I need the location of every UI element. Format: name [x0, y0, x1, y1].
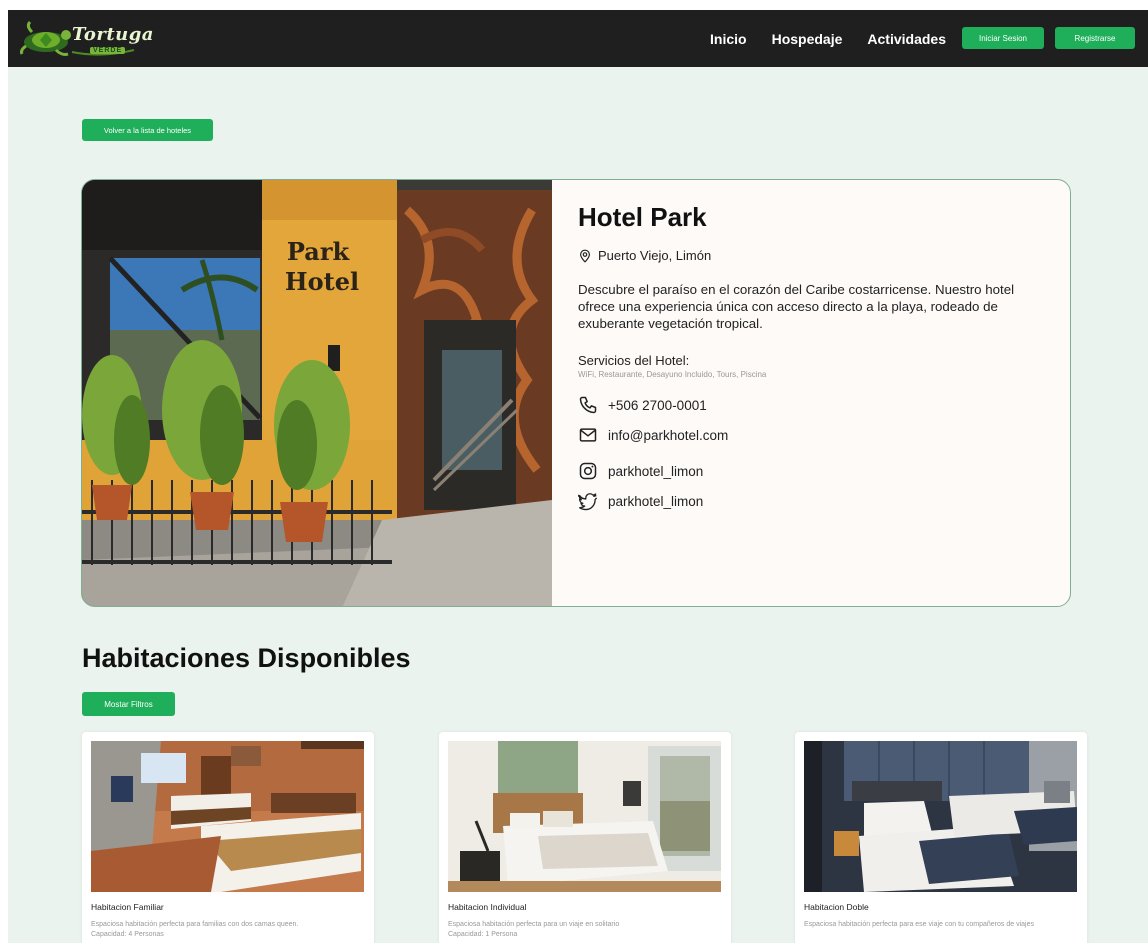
- logo-text: Tortuga: [72, 24, 154, 45]
- hotel-description: Descubre el paraíso en el corazón del Ca…: [578, 282, 1015, 331]
- twitter-text: parkhotel_limon: [608, 493, 704, 509]
- hotel-photo: Park Hotel: [82, 180, 552, 606]
- room-card-familiar[interactable]: Habitacion Familiar Espaciosa habitación…: [82, 732, 374, 943]
- mail-icon: [579, 428, 597, 442]
- show-filters-button[interactable]: Mostar Filtros: [82, 692, 175, 716]
- room-description: Espaciosa habitación perfecta para un vi…: [448, 920, 728, 940]
- back-to-hotels-button[interactable]: Volver a la lista de hoteles: [82, 119, 213, 141]
- hotel-sign-line1: Park: [287, 237, 351, 266]
- hotel-sign-line2: Hotel: [285, 267, 359, 296]
- page: Tortuga VERDE Inicio Hospedaje Actividad…: [8, 10, 1148, 943]
- room-capacity: Capacidad: 1 Persona: [448, 931, 518, 938]
- room-photo-doble: [804, 741, 1077, 892]
- services-label: Servicios del Hotel:: [578, 353, 690, 368]
- nav-links: Inicio Hospedaje Actividades: [710, 10, 946, 67]
- room-card-individual[interactable]: Habitacion Individual Espaciosa habitaci…: [439, 732, 731, 943]
- logo[interactable]: Tortuga VERDE: [16, 16, 153, 60]
- twitter-icon: [578, 493, 598, 511]
- contact-instagram[interactable]: parkhotel_limon: [578, 461, 703, 481]
- phone-icon: [579, 396, 597, 414]
- rooms-section-title: Habitaciones Disponibles: [82, 643, 411, 673]
- navbar: Tortuga VERDE Inicio Hospedaje Actividad…: [8, 10, 1148, 67]
- login-button[interactable]: Iniciar Sesion: [962, 27, 1044, 49]
- room-description: Espaciosa habitación perfecta para famil…: [91, 920, 371, 940]
- logo-subtext: VERDE: [90, 47, 126, 54]
- room-name: Habitacion Individual: [448, 902, 527, 912]
- room-description: Espaciosa habitación perfecta para ese v…: [804, 920, 1084, 930]
- room-description-text: Espaciosa habitación perfecta para un vi…: [448, 921, 620, 928]
- room-description-text: Espaciosa habitación perfecta para famil…: [91, 921, 299, 928]
- nav-link-inicio[interactable]: Inicio: [710, 31, 747, 47]
- room-description-text: Espaciosa habitación perfecta para ese v…: [804, 921, 1034, 928]
- contact-twitter[interactable]: parkhotel_limon: [578, 491, 703, 511]
- email-text: info@parkhotel.com: [608, 427, 729, 443]
- room-photo-individual: [448, 741, 721, 892]
- room-name: Habitacion Doble: [804, 902, 869, 912]
- room-card-doble[interactable]: Habitacion Doble Espaciosa habitación pe…: [795, 732, 1087, 943]
- hotel-location: Puerto Viejo, Limón: [578, 248, 711, 263]
- nav-link-hospedaje[interactable]: Hospedaje: [772, 31, 843, 47]
- hotel-info: Hotel Park Puerto Viejo, Limón Descubre …: [578, 180, 1058, 606]
- contact-email[interactable]: info@parkhotel.com: [578, 425, 728, 445]
- register-button[interactable]: Registrarse: [1055, 27, 1135, 49]
- services-list: WiFi, Restaurante, Desayuno Incluido, To…: [578, 370, 767, 379]
- room-name: Habitacion Familiar: [91, 902, 164, 912]
- nav-link-actividades[interactable]: Actividades: [867, 31, 946, 47]
- hotel-location-text: Puerto Viejo, Limón: [598, 248, 712, 263]
- room-capacity: Capacidad: 4 Personas: [91, 931, 164, 938]
- hotel-card: Park Hotel Hotel Park Puerto Viejo, Limó…: [81, 179, 1071, 607]
- room-photo-familiar: [91, 741, 364, 892]
- location-pin-icon: [580, 249, 590, 263]
- instagram-text: parkhotel_limon: [608, 463, 704, 479]
- hotel-name: Hotel Park: [578, 202, 707, 232]
- phone-text: +506 2700-0001: [608, 397, 707, 413]
- contact-phone[interactable]: +506 2700-0001: [578, 395, 707, 415]
- instagram-icon: [579, 462, 597, 480]
